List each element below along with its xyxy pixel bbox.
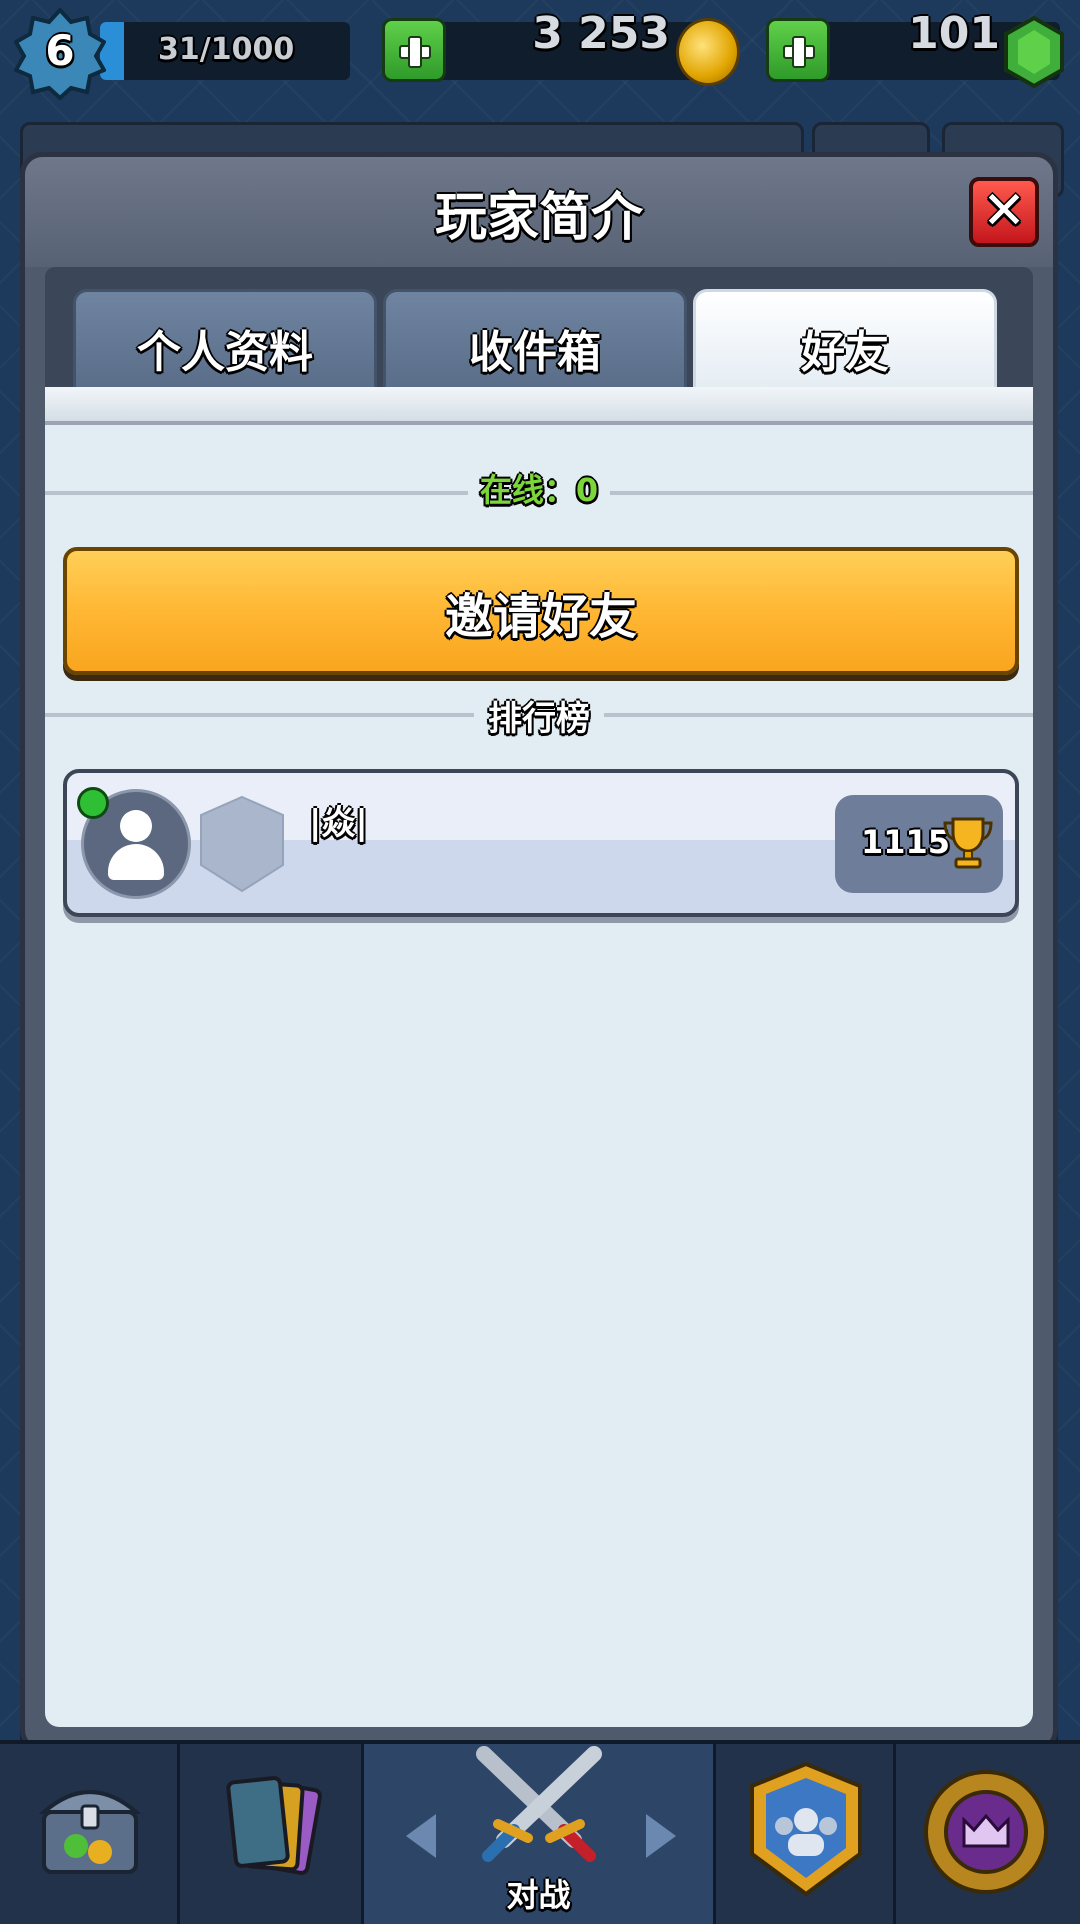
online-row: 在线：0 xyxy=(45,465,1033,521)
nav-right-arrow-icon[interactable] xyxy=(646,1814,676,1858)
avatar-body xyxy=(108,844,164,880)
gold-amount: 3 253 xyxy=(532,8,670,59)
nav-shop[interactable] xyxy=(0,1744,180,1924)
nav-clan[interactable] xyxy=(716,1744,896,1924)
leaderboard-label: 排行榜 xyxy=(45,691,1033,740)
player-profile-modal: 玩家简介 ✕ 个人资料 收件箱 好友 在线：0 邀请好友 排行榜 |焱| 111… xyxy=(20,152,1058,1752)
close-button[interactable]: ✕ xyxy=(969,177,1039,247)
tab-inbox-label: 收件箱 xyxy=(469,327,601,378)
friends-content[interactable]: 在线：0 邀请好友 排行榜 |焱| 1115 xyxy=(45,387,1033,1727)
leaderboard-row: 排行榜 xyxy=(45,691,1033,747)
friend-name: |焱| xyxy=(309,803,368,843)
trophy-icon xyxy=(943,817,993,869)
level-badge[interactable]: 6 xyxy=(14,8,106,100)
online-status-icon xyxy=(77,787,109,819)
clan-shield-icon xyxy=(200,795,284,893)
content-top-strip xyxy=(45,387,1033,425)
nav-left-arrow-icon[interactable] xyxy=(406,1814,436,1858)
nav-cards[interactable] xyxy=(180,1744,364,1924)
friend-list-item[interactable]: |焱| 1115 xyxy=(63,769,1019,917)
tab-friends-label: 好友 xyxy=(801,327,889,378)
leaderboard-text: 排行榜 xyxy=(474,699,604,739)
nav-tournaments[interactable] xyxy=(896,1744,1080,1924)
trophy-box: 1115 xyxy=(835,795,1003,893)
bottom-navigation: 对战 xyxy=(0,1740,1080,1924)
treasure-chest-icon xyxy=(38,1790,142,1874)
buy-gold-button[interactable] xyxy=(382,18,446,82)
gold-coin-icon xyxy=(676,18,740,86)
tab-profile[interactable]: 个人资料 xyxy=(73,289,377,387)
clan-shield-nav-icon xyxy=(750,1761,862,1897)
modal-header: 玩家简介 ✕ xyxy=(25,157,1053,267)
cards-icon xyxy=(226,1776,322,1875)
invite-friends-label: 邀请好友 xyxy=(444,589,637,645)
crossed-swords-icon xyxy=(476,1746,602,1862)
invite-friends-button[interactable]: 邀请好友 xyxy=(63,547,1019,675)
avatar-head xyxy=(120,810,152,842)
laurel-crown-icon xyxy=(924,1770,1048,1894)
modal-title: 玩家简介 xyxy=(434,188,643,248)
experience-bar[interactable]: 31/1000 xyxy=(100,22,350,80)
nav-battle-label: 对战 xyxy=(506,1876,571,1914)
tab-profile-label: 个人资料 xyxy=(137,327,313,378)
nav-battle[interactable]: 对战 xyxy=(364,1744,716,1924)
trophy-count: 1115 xyxy=(861,823,951,861)
online-count-text: 在线：0 xyxy=(467,471,611,509)
tab-inbox[interactable]: 收件箱 xyxy=(383,289,687,387)
level-number: 6 xyxy=(45,26,75,75)
experience-text: 31/1000 xyxy=(158,32,295,67)
tab-strip: 个人资料 收件箱 好友 xyxy=(45,267,1033,387)
tab-friends[interactable]: 好友 xyxy=(693,289,997,387)
close-x-icon: ✕ xyxy=(982,181,1026,241)
gem-icon xyxy=(1004,16,1064,88)
online-count-label: 在线：0 xyxy=(45,465,1033,511)
gem-amount: 101 xyxy=(908,8,1000,59)
top-resource-bar: 31/1000 6 3 253 101 xyxy=(0,0,1080,110)
buy-gems-button[interactable] xyxy=(766,18,830,82)
